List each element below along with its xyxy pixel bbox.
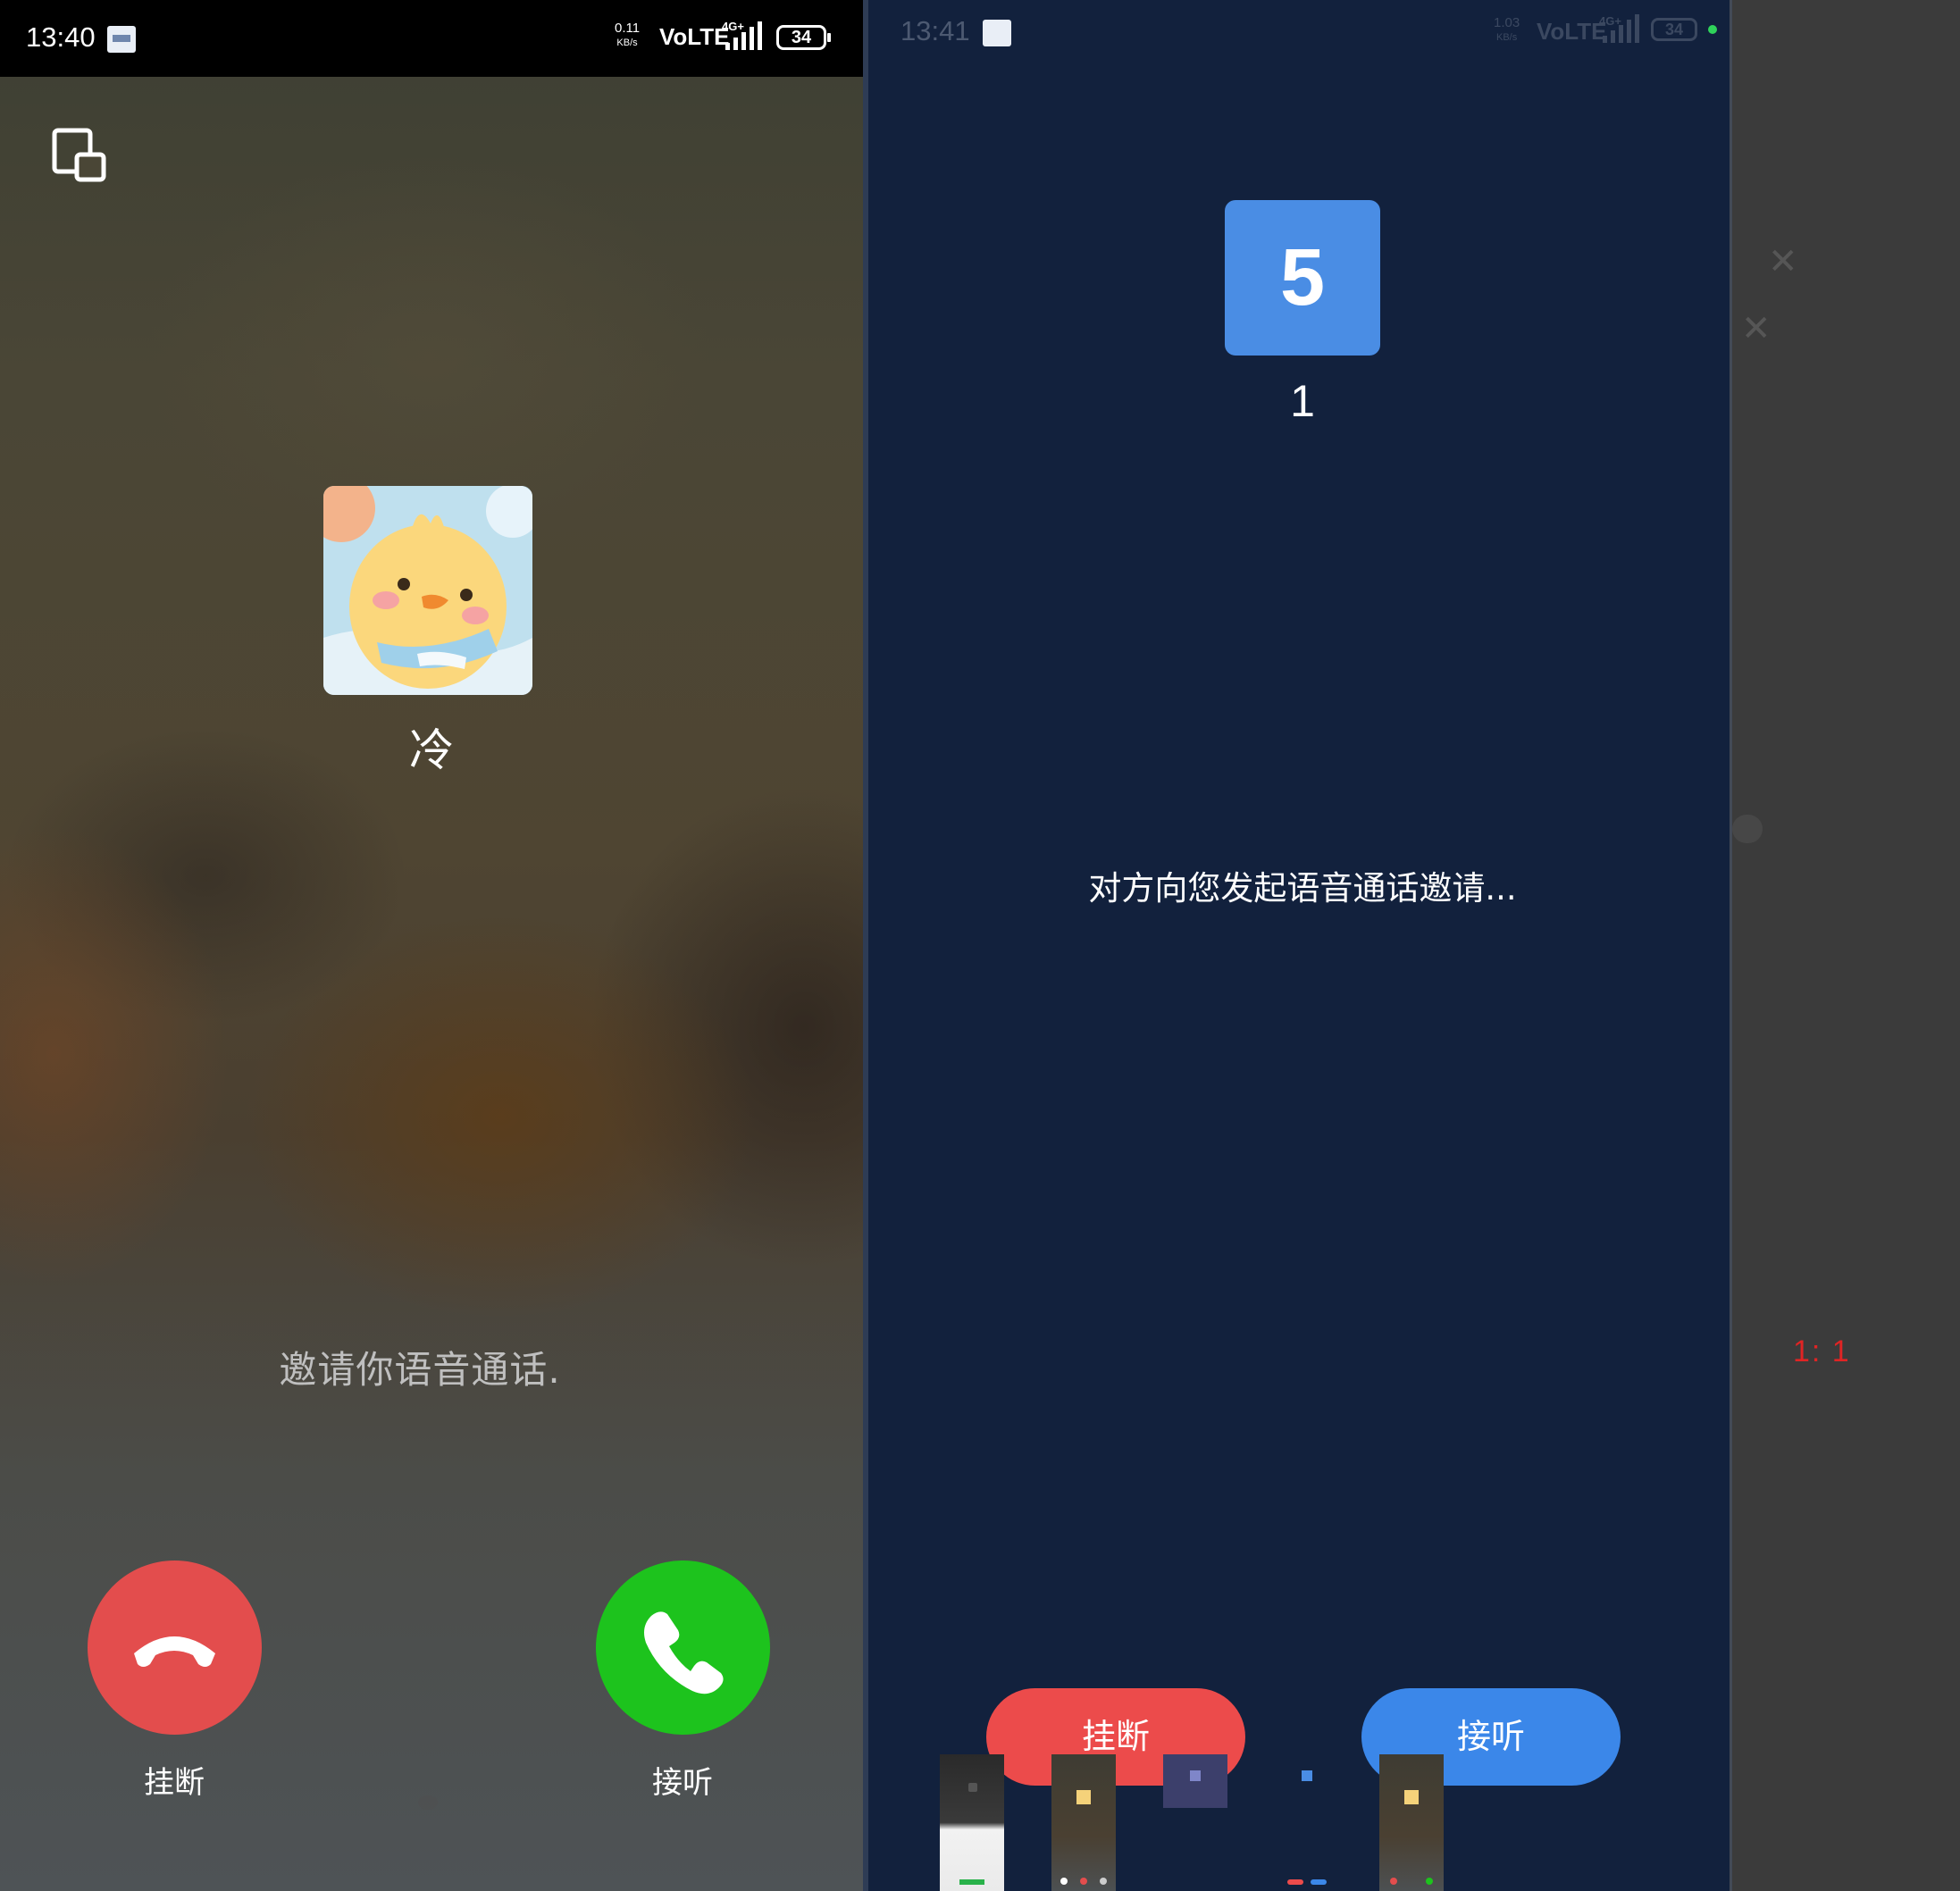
network-speed: 0.11 KB/s [615, 21, 640, 50]
caller-avatar [323, 486, 532, 695]
screenshot-thumbnail[interactable] [1275, 1754, 1339, 1891]
network-speed-value: 0.11 [615, 21, 641, 36]
battery-level: 34 [791, 28, 812, 47]
signal-icon: 4G+ [722, 20, 762, 50]
decorative-dot [418, 1795, 438, 1810]
answer-label: 接听 [652, 1765, 713, 1801]
cell-type-label: 4G+ [722, 20, 744, 33]
hangup-phone-icon [134, 1636, 215, 1667]
hangup-label: 挂断 [144, 1765, 205, 1801]
answer-button[interactable] [596, 1560, 770, 1735]
network-speed-unit: KB/s [616, 38, 638, 48]
screenshot-thumbnail[interactable] [1379, 1754, 1444, 1891]
right-phone-screen: 13:41 1.03 KB/s VoLTE 4G+ 34 5 1 对方向您发起语… [868, 0, 1730, 1891]
cartoon-chick-avatar-icon [323, 486, 532, 695]
call-invite-text: 邀请你语音通话. [279, 1348, 561, 1392]
caller-name: 1 [1290, 376, 1315, 426]
caller-name: 冷 [409, 724, 454, 776]
volte-indicator: VoLTE [659, 23, 730, 50]
side-panel: ✕ ✕ 1: 1 [1730, 0, 1960, 1891]
close-icon[interactable]: ✕ [1768, 241, 1798, 282]
screenshot-thumbnail[interactable] [940, 1754, 1004, 1891]
minimize-window-icon[interactable] [52, 128, 109, 185]
battery-level: 34 [1664, 21, 1684, 38]
aspect-ratio-label: 1: 1 [1793, 1335, 1851, 1368]
close-icon[interactable]: ✕ [1741, 308, 1772, 349]
toggle-switch[interactable] [1732, 815, 1763, 843]
notification-app-icon [107, 26, 136, 53]
screenshot-thumbnail-lower [1163, 1808, 1227, 1891]
network-speed-value: 1.03 [1494, 15, 1520, 30]
battery-icon: 34 [1651, 18, 1697, 41]
screenshot-thumbnail[interactable] [1163, 1754, 1227, 1808]
phone-icon [644, 1611, 724, 1694]
notification-app-icon [983, 20, 1011, 46]
caller-avatar: 5 [1225, 200, 1380, 356]
privacy-indicator-dot [1708, 25, 1717, 34]
battery-icon: 34 [776, 25, 831, 50]
volte-indicator: VoLTE [1537, 18, 1607, 45]
status-time: 13:40 [26, 21, 96, 53]
status-bar: 13:40 0.11 KB/s VoLTE 4G+ 34 [0, 0, 863, 77]
left-phone-screen: 13:40 0.11 KB/s VoLTE 4G+ 34 冷 邀请你语音通话. … [0, 0, 863, 1891]
network-speed-unit: KB/s [1495, 32, 1518, 43]
hangup-label: 挂断 [1081, 1717, 1150, 1756]
signal-icon: 4G+ [1599, 14, 1639, 43]
answer-label: 接听 [1456, 1717, 1525, 1756]
call-invite-text: 对方向您发起语音通话邀请... [1088, 869, 1517, 908]
screenshot-thumbnail[interactable] [1051, 1754, 1116, 1891]
hangup-button[interactable] [88, 1560, 262, 1735]
cell-type-label: 4G+ [1599, 14, 1621, 28]
network-speed: 1.03 KB/s [1494, 16, 1520, 45]
status-time: 13:41 [900, 15, 970, 46]
